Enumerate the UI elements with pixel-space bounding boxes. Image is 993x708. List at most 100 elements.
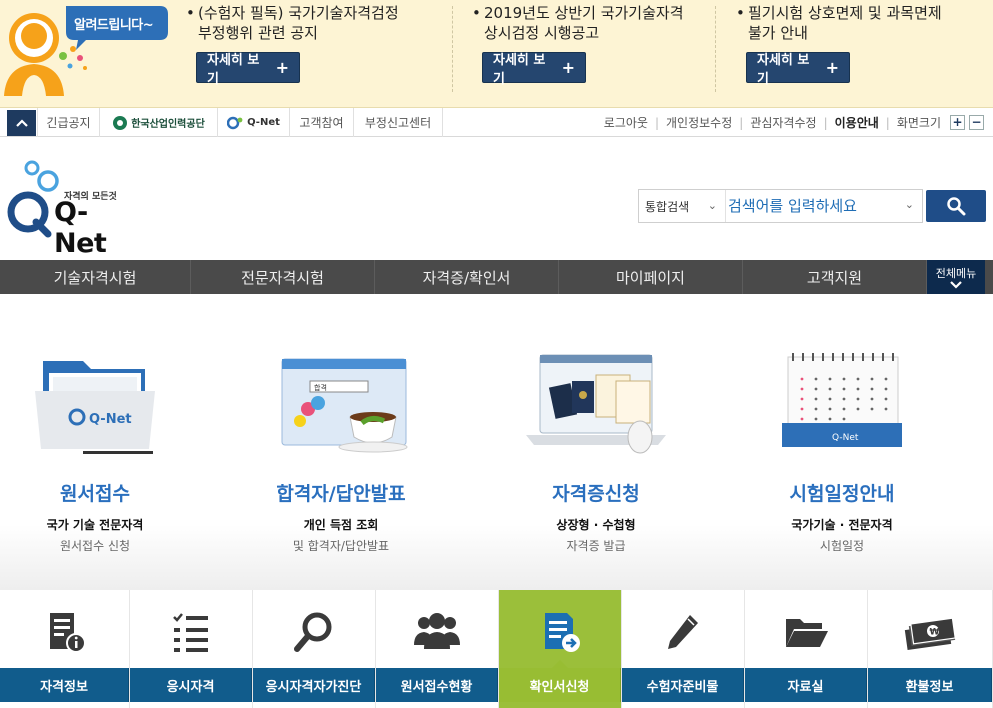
card-application[interactable]: Q-Net 원서접수 국가 기술 전문자격 원서접수 신청 <box>0 345 215 554</box>
document-info-icon <box>49 613 86 653</box>
screen-size-label: 화면크기 <box>896 116 941 130</box>
notice-3[interactable]: • 필기시험 상호면제 및 과목면제 불가 안내 <box>736 0 986 43</box>
quick-item-library[interactable]: 자료실 <box>745 590 868 708</box>
quick-label[interactable]: 수험자준비물 <box>622 668 744 702</box>
document-send-icon <box>545 613 580 652</box>
quick-item-eligibility[interactable]: 응시자격 <box>130 590 253 708</box>
quick-label[interactable]: 응시자격자가진단 <box>253 668 375 702</box>
gnb-item-pro-exam[interactable]: 전문자격시험 <box>191 260 375 294</box>
card-title[interactable]: 시험일정안내 <box>722 479 962 506</box>
folder-illustration: Q-Net <box>0 345 215 457</box>
logout-link[interactable]: 로그아웃 <box>604 114 648 131</box>
svg-text:₩: ₩ <box>930 628 940 638</box>
card-certificate[interactable]: 자격증신청 상장형 · 수첩형 자격증 발급 <box>476 345 716 554</box>
card-desc: 시험일정 <box>819 539 865 553</box>
quick-label[interactable]: 원서접수현황 <box>376 668 498 702</box>
search-box: 통합검색 ⌄ ⌄ <box>638 189 923 223</box>
card-result[interactable]: 합격 합격자/답안발표 개인 득점 조회 및 합격자/답안발표 <box>221 345 461 554</box>
folder-icon: Q-Net <box>35 361 155 454</box>
certificate-laptop-icon <box>526 354 666 454</box>
notice-1-more-button[interactable]: 자세히 보기 + <box>196 52 300 87</box>
card-desc: 국가기술 · 전문자격 <box>791 518 893 532</box>
folder-open-icon <box>786 619 828 647</box>
money-icon: ₩ <box>904 617 956 650</box>
search-icon <box>947 197 966 216</box>
tab-report-center[interactable]: 부정신고센터 <box>354 108 443 137</box>
quick-menu: 자격정보 응시자격 응시자격자가진단 원서접수현황 확인서신청 수험자준비물 자… <box>0 590 993 708</box>
qnet-logo[interactable]: 자격의 모든것 Q-Net <box>6 160 126 259</box>
checklist-icon <box>173 613 208 652</box>
notice-1[interactable]: • (수험자 필독) 국가기술자격검정 부정행위 관련 공지 <box>186 0 446 43</box>
card-desc: 상장형 · 수첩형 <box>556 518 636 532</box>
tab-emergency-notice[interactable]: 긴급공지 <box>37 108 100 137</box>
search-input[interactable] <box>726 190 922 222</box>
notice-banner: 알려드립니다~ • (수험자 필독) 국가기술자격검정 부정행위 관련 공지 자세… <box>0 0 993 108</box>
group-users-icon <box>414 613 460 649</box>
collapse-banner-button[interactable] <box>7 110 36 136</box>
calendar-illustration: Q-Net <box>722 345 962 457</box>
magnifier-icon <box>294 612 332 652</box>
zoom-in-button[interactable]: + <box>950 115 965 130</box>
browser-illustration: 합격 <box>221 345 461 457</box>
gnb-item-tech-exam[interactable]: 기술자격시험 <box>0 260 191 294</box>
quick-item-refund[interactable]: ₩ 환불정보 <box>868 590 993 708</box>
usage-guide-link[interactable]: 이용안내 <box>835 114 879 131</box>
util-links: 로그아웃 | 개인정보수정 | 관심자격수정 | 이용안내 | 화면크기 <box>603 114 941 131</box>
search-button[interactable] <box>926 190 986 222</box>
chevron-up-icon <box>15 119 28 127</box>
tab-hrdk[interactable]: 한국산업인력공단 <box>100 108 218 137</box>
qnet-logo-icon <box>227 116 243 129</box>
quick-item-application-status[interactable]: 원서접수현황 <box>376 590 499 708</box>
card-desc: 및 합격자/답안발표 <box>292 539 390 553</box>
bubble-text: 알려드립니다~ <box>74 18 154 33</box>
laptop-illustration <box>476 345 716 457</box>
utility-bar: 긴급공지 한국산업인력공단 Q-Net 고객참여 부정신고센터 로그아웃 | 개인… <box>0 108 993 137</box>
gnb-item-mypage[interactable]: 마이페이지 <box>559 260 743 294</box>
chevron-down-icon <box>950 281 962 289</box>
notice-1-title[interactable]: • (수험자 필독) 국가기술자격검정 부정행위 관련 공지 <box>186 3 446 43</box>
quick-item-cert-info[interactable]: 자격정보 <box>0 590 130 708</box>
plus-icon: + <box>825 58 839 77</box>
divider <box>715 6 716 92</box>
plus-icon: + <box>561 58 575 77</box>
card-desc: 원서접수 신청 <box>59 539 131 553</box>
zoom-out-button[interactable]: − <box>969 115 984 130</box>
notice-2-title[interactable]: • 2019년도 상반기 국가기술자격 상시검정 시행공고 <box>472 3 702 43</box>
edit-interest-link[interactable]: 관심자격수정 <box>750 114 816 131</box>
chevron-down-icon[interactable]: ⌄ <box>905 198 914 211</box>
notice-2-more-button[interactable]: 자세히 보기 + <box>482 52 586 87</box>
tab-qnet[interactable]: Q-Net <box>218 108 290 137</box>
card-desc: 개인 득점 조회 <box>303 518 379 532</box>
gnb-item-certificate[interactable]: 자격증/확인서 <box>375 260 559 294</box>
quick-label[interactable]: 자료실 <box>745 668 867 702</box>
calendar-illus-text: Q-Net <box>832 433 859 443</box>
notice-3-title[interactable]: • 필기시험 상호면제 및 과목면제 불가 안내 <box>736 3 986 43</box>
tab-customer-participation[interactable]: 고객참여 <box>290 108 354 137</box>
quick-item-confirmation-request[interactable]: 확인서신청 <box>499 590 622 708</box>
card-title[interactable]: 자격증신청 <box>476 479 716 506</box>
pencil-icon <box>668 615 698 649</box>
notice-2[interactable]: • 2019년도 상반기 국가기술자격 상시검정 시행공고 <box>472 0 702 43</box>
search-scope-select[interactable]: 통합검색 ⌄ <box>639 190 726 222</box>
global-nav: 기술자격시험 전문자격시험 자격증/확인서 마이페이지 고객지원 전체메뉴 <box>0 260 993 294</box>
notice-3-more-button[interactable]: 자세히 보기 + <box>746 52 850 87</box>
quick-label[interactable]: 환불정보 <box>868 668 992 702</box>
plus-icon: + <box>275 58 289 77</box>
card-title[interactable]: 원서접수 <box>0 479 215 506</box>
logo-name: Q-Net <box>54 197 107 259</box>
card-schedule[interactable]: Q-Net 시험일정안내 국가기술 · 전문자격 시험일정 <box>722 345 962 554</box>
card-title[interactable]: 합격자/답안발표 <box>221 479 461 506</box>
quick-item-self-check[interactable]: 응시자격자가진단 <box>253 590 376 708</box>
edit-profile-link[interactable]: 개인정보수정 <box>666 114 732 131</box>
quick-label[interactable]: 응시자격 <box>130 668 252 702</box>
browser-illus-text: 합격 <box>314 383 327 392</box>
folder-illus-text: Q-Net <box>89 412 132 427</box>
quick-label[interactable]: 자격정보 <box>0 668 129 702</box>
all-menu-button[interactable]: 전체메뉴 <box>927 260 985 294</box>
browser-window-icon: 합격 <box>281 358 408 453</box>
divider <box>452 6 453 92</box>
calendar-icon: Q-Net <box>782 353 902 447</box>
quick-item-supplies[interactable]: 수험자준비물 <box>622 590 745 708</box>
gnb-item-support[interactable]: 고객지원 <box>743 260 927 294</box>
quick-label[interactable]: 확인서신청 <box>499 660 621 702</box>
